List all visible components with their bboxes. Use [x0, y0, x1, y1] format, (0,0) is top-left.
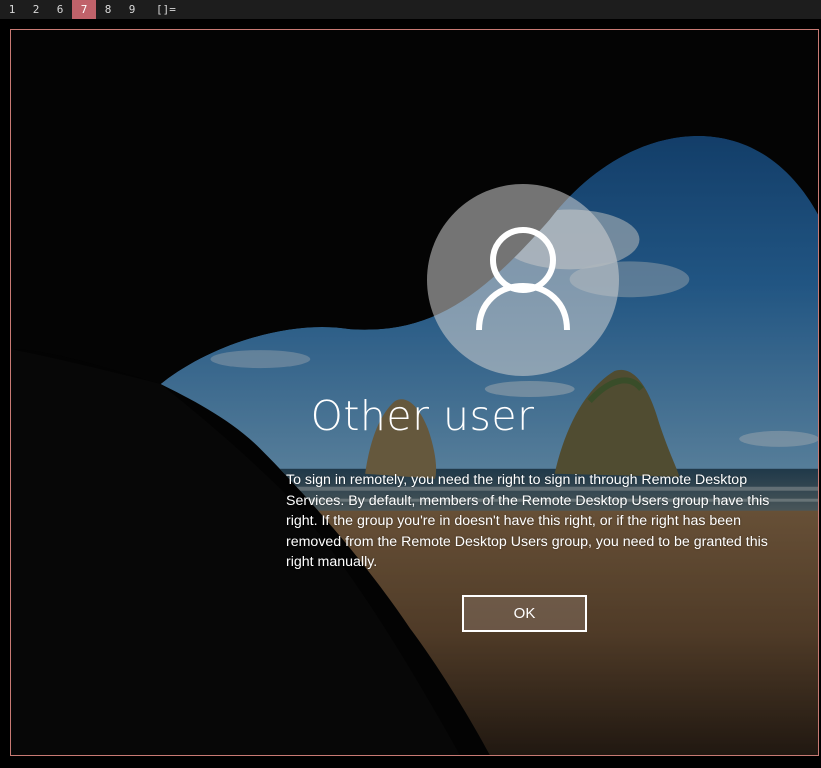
workspace-8[interactable]: 8: [96, 0, 120, 19]
workspace-9[interactable]: 9: [120, 0, 144, 19]
workspace-bar: 1 2 6 7 8 9 []=: [0, 0, 821, 19]
remote-desktop-window: Other user To sign in remotely, you need…: [10, 29, 819, 756]
user-avatar: [427, 184, 619, 376]
ok-button[interactable]: OK: [462, 595, 587, 632]
workspace-7-active[interactable]: 7: [72, 0, 96, 19]
workspace-1[interactable]: 1: [0, 0, 24, 19]
username-title: Other user: [310, 392, 535, 440]
sign-in-error-message: To sign in remotely, you need the right …: [286, 472, 770, 570]
layout-indicator[interactable]: []=: [152, 0, 180, 19]
workspace-2[interactable]: 2: [24, 0, 48, 19]
user-icon: [476, 227, 570, 331]
workspace-6[interactable]: 6: [48, 0, 72, 19]
